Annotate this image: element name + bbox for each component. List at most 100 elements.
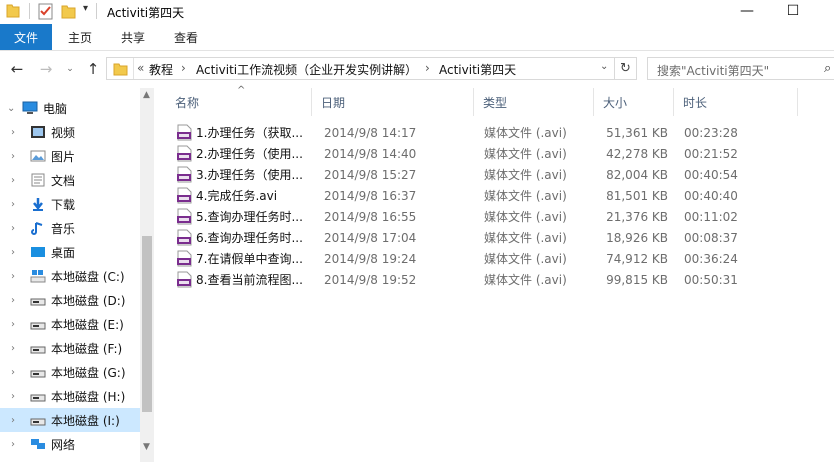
file-name: 2.办理任务（使用... <box>196 147 302 161</box>
file-row[interactable]: 2.办理任务（使用... 2014/9/8 14:40 媒体文件 (.avi) 42,… <box>166 143 741 164</box>
folder-icon <box>113 63 128 76</box>
chevron-right-icon[interactable]: › <box>11 151 15 162</box>
nav-item-label: 文档 <box>51 173 76 188</box>
avi-file-icon <box>177 187 192 204</box>
recent-locations-icon[interactable]: ⌄ <box>61 60 79 78</box>
maximize-button[interactable]: ☐ <box>770 0 816 22</box>
chevron-right-icon[interactable]: › <box>11 439 15 450</box>
file-size: 21,376 KB <box>606 209 668 224</box>
chevron-right-icon[interactable]: › <box>11 343 15 354</box>
nav-item[interactable]: › 桌面 <box>0 240 140 264</box>
file-row[interactable]: 5.查询办理任务时... 2014/9/8 16:55 媒体文件 (.avi) 21,… <box>166 206 741 227</box>
breadcrumb-tutorial[interactable]: 教程 <box>149 61 173 78</box>
chevron-right-icon[interactable]: › <box>11 271 15 282</box>
up-arrow-icon[interactable]: ↑ <box>84 60 102 78</box>
file-type: 媒体文件 (.avi) <box>484 273 567 287</box>
chevron-right-icon[interactable]: › <box>11 295 15 306</box>
minimize-button[interactable]: — <box>724 0 770 22</box>
nav-item-label: 音乐 <box>51 221 76 236</box>
column-header-type[interactable]: 类型 <box>474 88 594 116</box>
chevron-right-icon[interactable]: › <box>11 415 15 426</box>
tab-view[interactable]: 查看 <box>174 24 198 50</box>
file-duration: 00:21:52 <box>684 146 738 161</box>
nav-item[interactable]: › 本地磁盘 (I:) <box>0 408 140 432</box>
avi-file-icon <box>177 229 192 246</box>
column-header-row: 名称 日期 类型 大小 时长 <box>166 88 834 116</box>
nav-item[interactable]: › 本地磁盘 (E:) <box>0 312 140 336</box>
avi-file-icon <box>177 271 192 288</box>
chevron-right-icon[interactable]: › <box>11 127 15 138</box>
window-title: Activiti第四天 <box>107 6 185 20</box>
file-date: 2014/9/8 16:37 <box>324 188 417 203</box>
file-date: 2014/9/8 17:04 <box>324 230 417 245</box>
nav-item-label: 本地磁盘 (I:) <box>51 413 120 428</box>
file-size: 42,278 KB <box>606 146 668 161</box>
scrollbar-thumb[interactable] <box>142 236 152 412</box>
nav-item-label: 下载 <box>51 197 76 212</box>
chevron-right-icon[interactable]: › <box>11 223 15 234</box>
file-row[interactable]: 8.查看当前流程图... 2014/9/8 19:52 媒体文件 (.avi) 99,… <box>166 269 741 290</box>
chevron-right-icon[interactable]: › <box>11 199 15 210</box>
nav-item[interactable]: › 下载 <box>0 192 140 216</box>
nav-item[interactable]: › 本地磁盘 (H:) <box>0 384 140 408</box>
chevron-right-icon[interactable]: › <box>11 367 15 378</box>
system-drive-icon <box>30 270 46 283</box>
avi-file-icon <box>177 124 192 141</box>
chevron-right-icon[interactable]: › <box>11 319 15 330</box>
scroll-down-icon[interactable]: ▼ <box>143 442 150 452</box>
folder-icon <box>6 4 20 18</box>
file-date: 2014/9/8 16:55 <box>324 209 417 224</box>
nav-item[interactable]: › 本地磁盘 (F:) <box>0 336 140 360</box>
tab-file[interactable]: 文件 <box>0 24 52 50</box>
nav-item[interactable]: › 本地磁盘 (D:) <box>0 288 140 312</box>
nav-item[interactable]: › 图片 <box>0 144 140 168</box>
column-header-date[interactable]: 日期 <box>312 88 474 116</box>
chevron-right-icon[interactable]: › <box>425 61 430 75</box>
chevron-right-icon[interactable]: › <box>11 175 15 186</box>
scroll-up-icon[interactable]: ▲ <box>143 90 150 100</box>
file-type: 媒体文件 (.avi) <box>484 231 567 245</box>
file-type: 媒体文件 (.avi) <box>484 210 567 224</box>
file-row[interactable]: 7.在请假单中查询... 2014/9/8 19:24 媒体文件 (.avi) 74,… <box>166 248 741 269</box>
nav-item-label: 本地磁盘 (H:) <box>51 389 126 404</box>
nav-item[interactable]: › 网络 <box>0 432 140 456</box>
file-date: 2014/9/8 19:24 <box>324 251 417 266</box>
avi-file-icon <box>177 166 192 183</box>
file-row[interactable]: 3.办理任务（使用... 2014/9/8 15:27 媒体文件 (.avi) 82,… <box>166 164 741 185</box>
file-row[interactable]: 6.查询办理任务时... 2014/9/8 17:04 媒体文件 (.avi) 18,… <box>166 227 741 248</box>
chevron-right-icon[interactable]: › <box>181 61 186 75</box>
overflow-crumbs-icon[interactable]: « <box>137 61 144 75</box>
file-name: 5.查询办理任务时... <box>196 210 302 224</box>
address-dropdown-icon[interactable]: ⌄ <box>600 61 608 72</box>
search-icon[interactable]: ⌕ <box>824 61 831 76</box>
chevron-right-icon[interactable]: › <box>11 247 15 258</box>
forward-arrow-icon[interactable]: → <box>37 60 55 78</box>
nav-item[interactable]: › 文档 <box>0 168 140 192</box>
nav-item[interactable]: › 本地磁盘 (C:) <box>0 264 140 288</box>
column-header-size[interactable]: 大小 <box>594 88 674 116</box>
file-row[interactable]: 4.完成任务.avi 2014/9/8 16:37 媒体文件 (.avi) 81,50… <box>166 185 741 206</box>
tab-share[interactable]: 共享 <box>121 24 145 50</box>
nav-item[interactable]: ⌄ 电脑 <box>0 96 140 120</box>
nav-item[interactable]: › 视频 <box>0 120 140 144</box>
refresh-button[interactable]: ↻ <box>615 57 637 80</box>
search-input[interactable]: 搜索"Activiti第四天" <box>647 57 834 80</box>
file-row[interactable]: 1.办理任务（获取... 2014/9/8 14:17 媒体文件 (.avi) 51,… <box>166 122 741 143</box>
address-bar[interactable]: « 教程 › Activiti工作流视频（企业开发实例讲解） › Activit… <box>106 57 615 80</box>
chevron-down-icon[interactable]: ⌄ <box>7 103 15 114</box>
breadcrumb-day-four[interactable]: Activiti第四天 <box>439 61 516 78</box>
customize-quick-access-icon[interactable]: ▾ <box>83 3 88 14</box>
file-name: 1.办理任务（获取... <box>196 126 302 140</box>
new-folder-icon[interactable] <box>61 2 77 20</box>
properties-icon[interactable] <box>38 2 54 20</box>
column-header-duration[interactable]: 时长 <box>674 88 798 116</box>
nav-item[interactable]: › 本地磁盘 (G:) <box>0 360 140 384</box>
file-type: 媒体文件 (.avi) <box>484 168 567 182</box>
breadcrumb-activiti-course[interactable]: Activiti工作流视频（企业开发实例讲解） <box>196 61 417 78</box>
back-arrow-icon[interactable]: ← <box>8 60 26 78</box>
computer-icon <box>22 101 38 114</box>
tab-home[interactable]: 主页 <box>68 24 92 50</box>
chevron-right-icon[interactable]: › <box>11 391 15 402</box>
nav-item[interactable]: › 音乐 <box>0 216 140 240</box>
navigation-pane-scrollbar[interactable]: ▲ ▼ <box>140 88 154 462</box>
